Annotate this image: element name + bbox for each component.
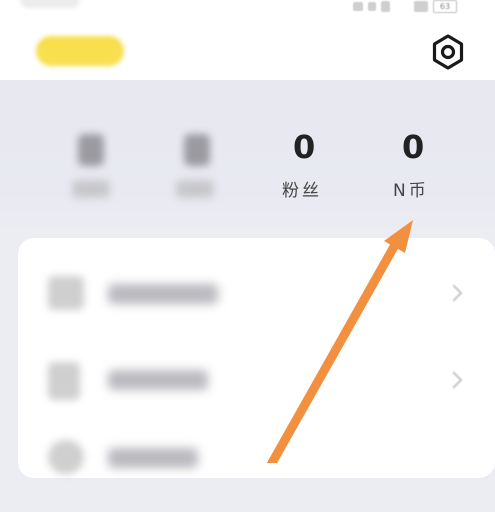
menu-item-3[interactable] bbox=[18, 424, 495, 512]
menu-item-2[interactable] bbox=[18, 336, 495, 424]
fans-label: 粉丝 bbox=[282, 181, 322, 201]
stat-label bbox=[72, 180, 110, 198]
stat-label bbox=[176, 180, 214, 198]
network-speed-icon bbox=[395, 2, 409, 11]
settings-icon bbox=[432, 34, 464, 70]
battery-indicator: 63 bbox=[433, 0, 457, 13]
fans-count: 0 bbox=[293, 128, 316, 166]
signal-icon bbox=[414, 0, 428, 12]
blurred-status-element bbox=[20, 0, 80, 8]
status-bar: 63 bbox=[353, 0, 457, 13]
menu-item-icon bbox=[48, 440, 84, 474]
menu-item-1[interactable] bbox=[18, 248, 495, 336]
chevron-right-icon bbox=[445, 284, 463, 302]
stat-item-fans[interactable]: 0 粉丝 bbox=[265, 120, 345, 210]
vibrate-icon bbox=[381, 0, 390, 12]
stat-value bbox=[78, 134, 104, 166]
stat-item-2[interactable] bbox=[160, 120, 240, 210]
menu-item-icon bbox=[48, 362, 80, 400]
ncoin-label: N币 bbox=[393, 181, 429, 201]
bluetooth-icon bbox=[368, 1, 376, 11]
menu-card bbox=[18, 238, 495, 478]
vip-badge[interactable] bbox=[36, 36, 124, 66]
stat-value bbox=[184, 134, 210, 166]
menu-item-label bbox=[108, 284, 218, 304]
menu-item-label bbox=[108, 448, 198, 468]
ncoin-count: 0 bbox=[402, 128, 425, 166]
alarm-icon bbox=[353, 1, 363, 11]
menu-item-icon bbox=[48, 276, 84, 310]
stat-item-1[interactable] bbox=[60, 120, 140, 210]
menu-item-label bbox=[108, 370, 208, 390]
settings-button[interactable] bbox=[429, 33, 467, 71]
chevron-right-icon bbox=[445, 371, 463, 389]
stat-item-ncoin[interactable]: 0 N币 bbox=[375, 120, 455, 210]
